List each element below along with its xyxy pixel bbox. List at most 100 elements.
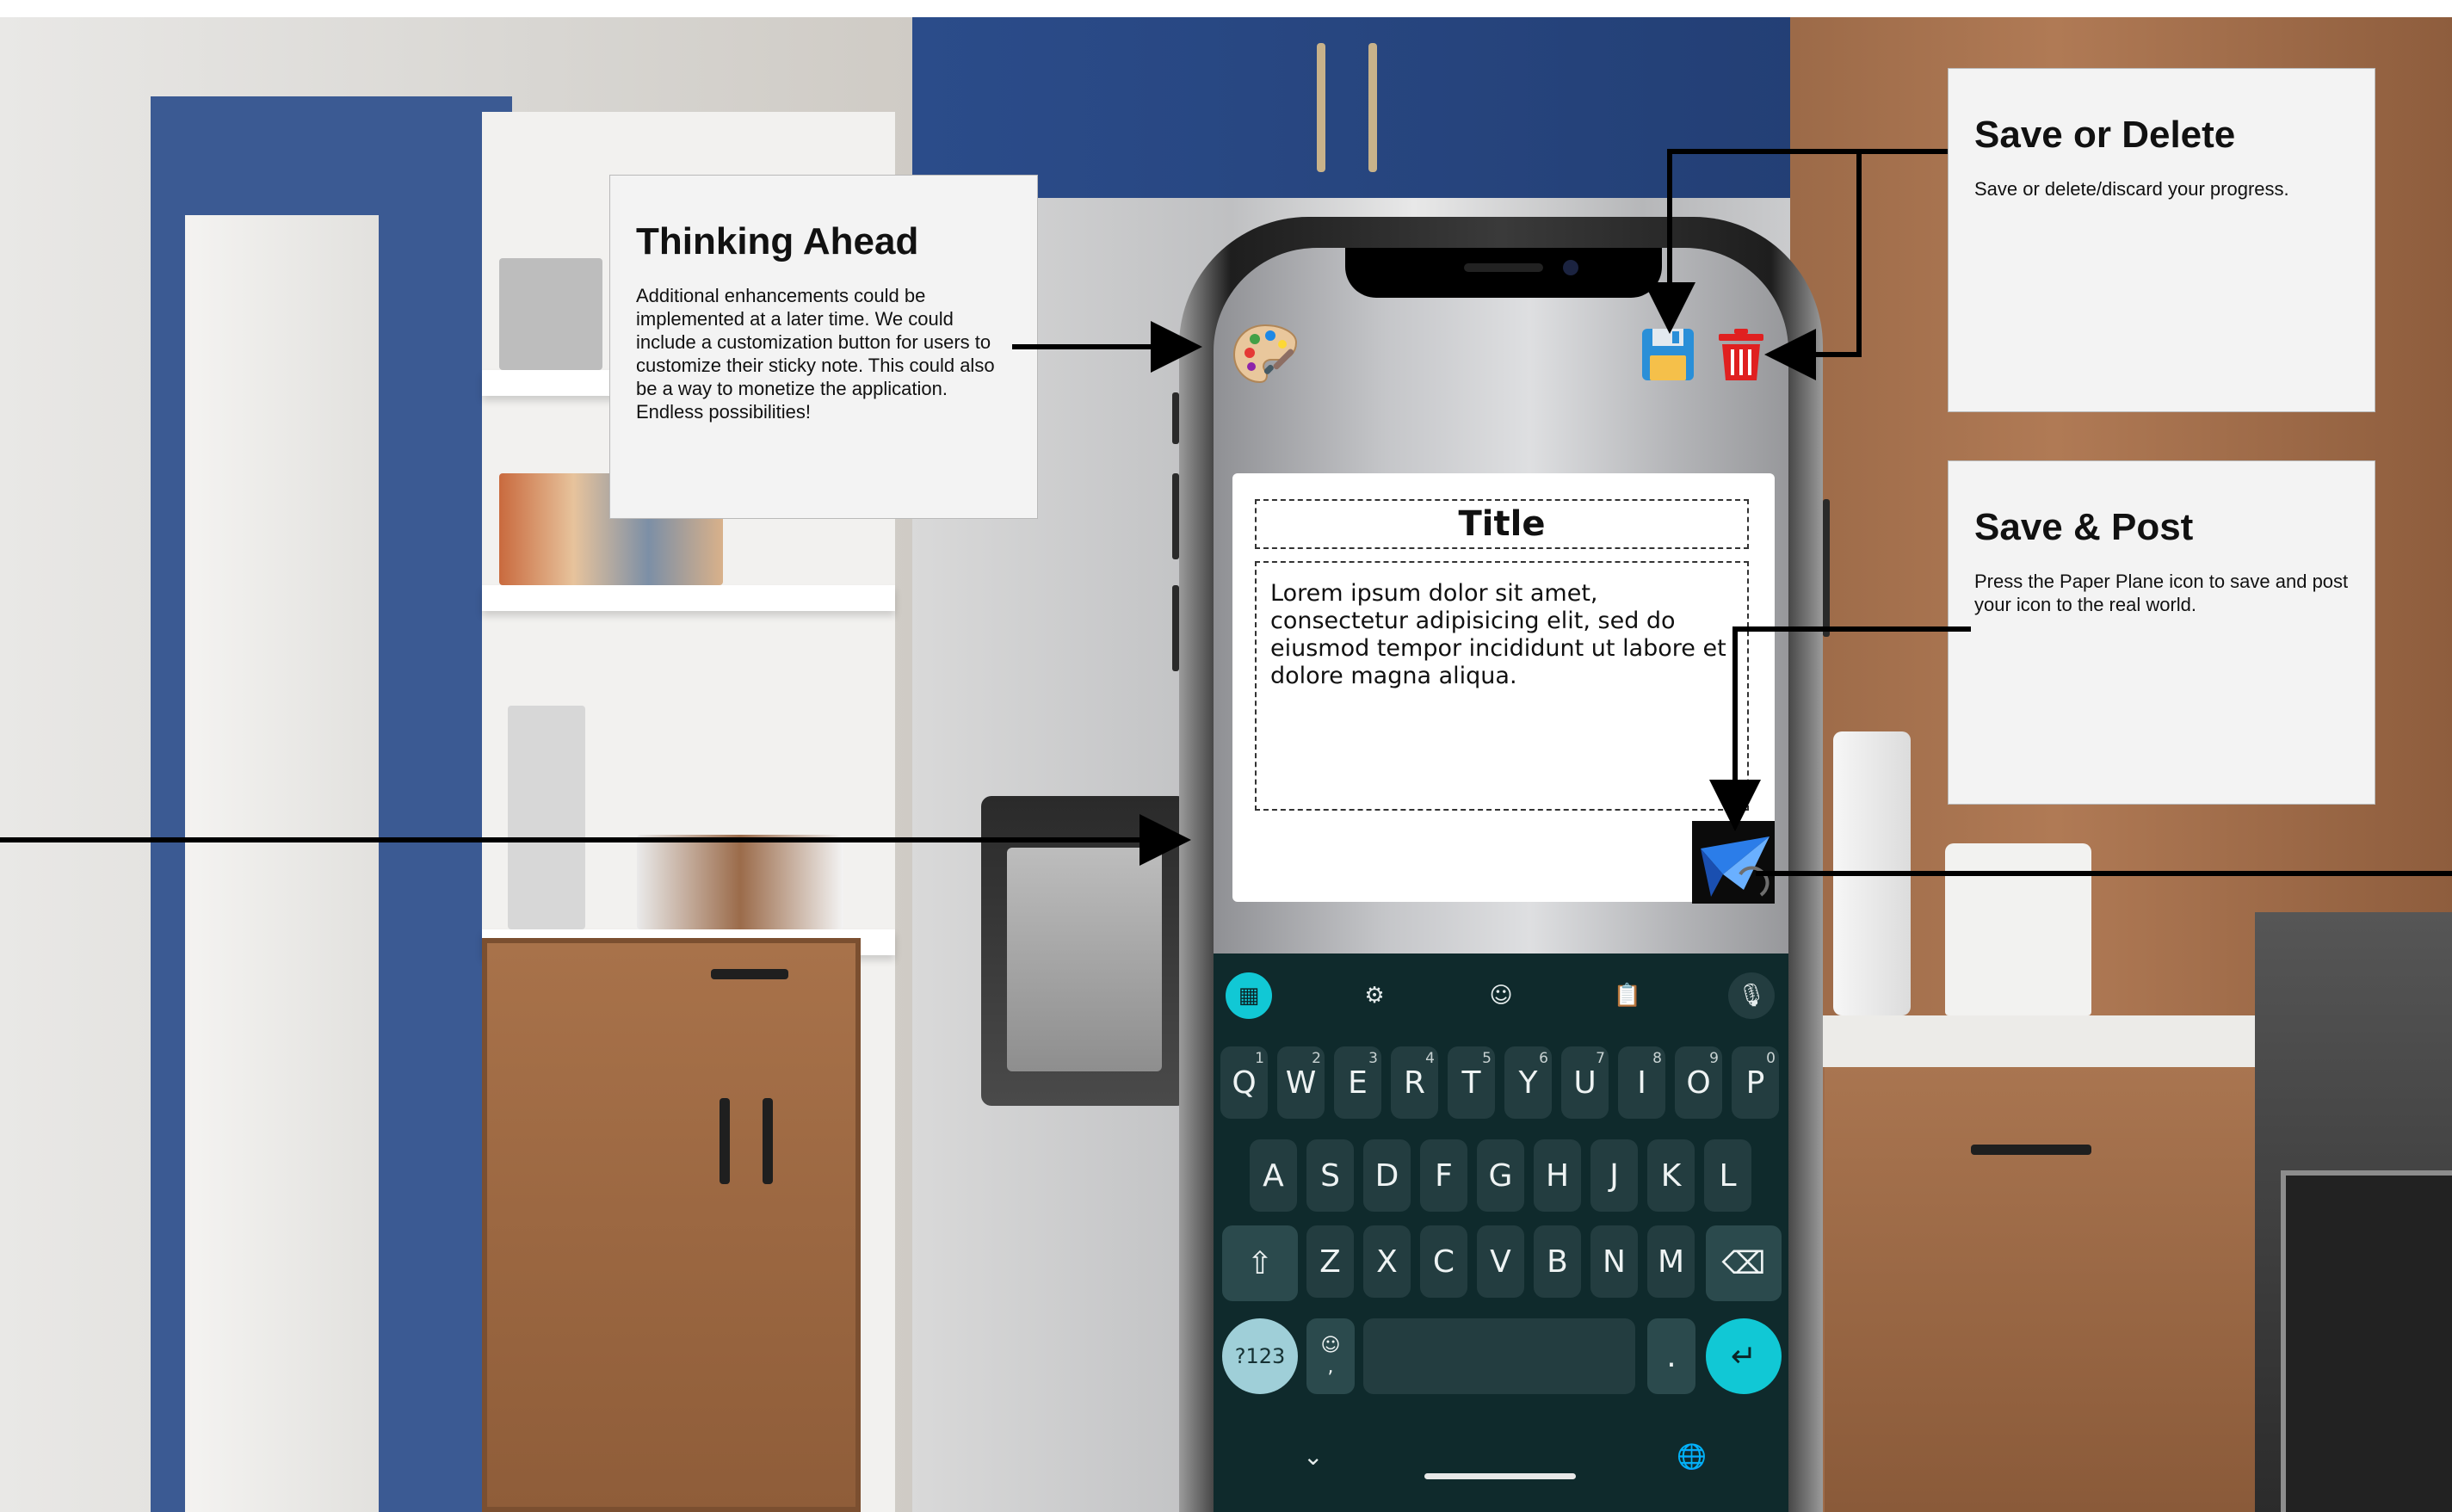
water-dispenser	[981, 796, 1188, 1106]
key-label: I	[1637, 1065, 1646, 1101]
utensil-jar	[1945, 843, 2091, 1015]
key-l[interactable]: L	[1704, 1139, 1751, 1212]
cabinet-handle	[1368, 43, 1377, 172]
lower-wood-cabinet	[1825, 1067, 2255, 1512]
callout-body: Save or delete/discard your progress.	[1974, 178, 2289, 200]
key-q[interactable]: Q1	[1220, 1046, 1268, 1119]
save-or-delete-callout: Save or Delete Save or delete/discard yo…	[1948, 68, 2375, 412]
stove-range	[2255, 912, 2452, 1512]
key-label: S	[1320, 1157, 1340, 1194]
pantry-jars	[637, 835, 843, 929]
key-label: T	[1461, 1065, 1481, 1101]
front-camera	[1563, 260, 1578, 275]
key-o[interactable]: O9	[1675, 1046, 1722, 1119]
pantry-shelf	[482, 585, 895, 611]
key-i[interactable]: I8	[1618, 1046, 1665, 1119]
key-label: C	[1432, 1244, 1455, 1280]
emoji-icon[interactable]: ☺	[1478, 972, 1524, 1019]
key-label: Z	[1319, 1244, 1341, 1280]
key-p[interactable]: P0	[1732, 1046, 1779, 1119]
key-number-hint: 1	[1255, 1050, 1264, 1067]
enter-key[interactable]: ↵	[1706, 1318, 1782, 1394]
collapse-keyboard-icon[interactable]: ⌄	[1303, 1442, 1323, 1471]
key-e[interactable]: E3	[1334, 1046, 1381, 1119]
symbols-key[interactable]: ?123	[1222, 1318, 1298, 1394]
period-key[interactable]: .	[1647, 1318, 1695, 1394]
key-label: X	[1376, 1244, 1398, 1280]
apps-grid-icon[interactable]: ▦	[1226, 972, 1272, 1019]
key-label: O	[1686, 1065, 1711, 1101]
key-h[interactable]: H	[1534, 1139, 1581, 1212]
oven-window	[2281, 1170, 2452, 1512]
key-u[interactable]: U7	[1561, 1046, 1609, 1119]
emoji-comma-key[interactable]: ☺ ,	[1306, 1318, 1355, 1394]
shift-key[interactable]: ⇧	[1222, 1225, 1298, 1301]
key-label: W	[1285, 1065, 1317, 1101]
clipboard-icon[interactable]: 📋	[1604, 972, 1651, 1019]
key-m[interactable]: M	[1647, 1225, 1695, 1298]
key-number-hint: 6	[1539, 1050, 1548, 1067]
key-label: J	[1609, 1157, 1619, 1194]
key-number-hint: 4	[1425, 1050, 1435, 1067]
key-label: M	[1657, 1244, 1685, 1280]
key-s[interactable]: S	[1306, 1139, 1354, 1212]
home-indicator[interactable]	[1424, 1473, 1576, 1479]
phone-side-button	[1823, 499, 1830, 637]
key-label: P	[1745, 1065, 1765, 1101]
palette-icon	[1232, 324, 1298, 384]
settings-gear-icon[interactable]: ⚙	[1351, 972, 1398, 1019]
key-label: D	[1374, 1157, 1399, 1194]
key-v[interactable]: V	[1477, 1225, 1524, 1298]
key-n[interactable]: N	[1590, 1225, 1638, 1298]
key-k[interactable]: K	[1647, 1139, 1695, 1212]
callout-title: Save & Post	[1974, 506, 2194, 548]
key-c[interactable]: C	[1420, 1225, 1467, 1298]
cabinet-handle	[711, 969, 788, 979]
thinking-ahead-callout: Thinking Ahead Additional enhancements c…	[609, 175, 1038, 519]
door-panel	[185, 215, 379, 1512]
globe-icon[interactable]: 🌐	[1677, 1442, 1707, 1471]
key-r[interactable]: R4	[1391, 1046, 1438, 1119]
earpiece-speaker	[1464, 263, 1543, 272]
key-j[interactable]: J	[1590, 1139, 1638, 1212]
key-a[interactable]: A	[1250, 1139, 1297, 1212]
key-label: F	[1435, 1157, 1453, 1194]
callout-title: Thinking Ahead	[636, 220, 919, 262]
microphone-icon[interactable]: 🎙	[1728, 972, 1775, 1019]
backspace-key[interactable]: ⌫	[1706, 1225, 1782, 1301]
key-x[interactable]: X	[1363, 1225, 1411, 1298]
delete-button[interactable]	[1714, 325, 1768, 384]
key-label: E	[1348, 1065, 1368, 1101]
key-w[interactable]: W2	[1277, 1046, 1325, 1119]
key-number-hint: 0	[1766, 1050, 1776, 1067]
phone-side-button	[1172, 392, 1179, 444]
note-body-textarea[interactable]: Lorem ipsum dolor sit amet, consectetur …	[1255, 561, 1749, 811]
key-label: N	[1603, 1244, 1626, 1280]
trash-icon	[1719, 329, 1763, 380]
key-f[interactable]: F	[1420, 1139, 1467, 1212]
key-label: H	[1545, 1157, 1570, 1194]
key-label: V	[1490, 1244, 1511, 1280]
key-label: R	[1403, 1065, 1425, 1101]
key-y[interactable]: Y6	[1504, 1046, 1552, 1119]
key-number-hint: 2	[1312, 1050, 1321, 1067]
note-title-input[interactable]: Title	[1255, 499, 1749, 549]
key-label: Q	[1232, 1065, 1257, 1101]
key-label: B	[1547, 1244, 1568, 1280]
upper-blue-cabinets	[912, 17, 1799, 198]
callout-body: Additional enhancements could be impleme…	[636, 285, 995, 423]
key-g[interactable]: G	[1477, 1139, 1524, 1212]
key-b[interactable]: B	[1534, 1225, 1581, 1298]
save-button[interactable]	[1637, 324, 1699, 386]
key-t[interactable]: T5	[1448, 1046, 1495, 1119]
key-z[interactable]: Z	[1306, 1225, 1354, 1298]
customize-palette-button[interactable]	[1229, 318, 1301, 391]
send-post-button[interactable]	[1692, 821, 1775, 904]
key-label: G	[1488, 1157, 1513, 1194]
onscreen-keyboard: ▦ ⚙ ☺ 📋 🎙 Q1W2E3R4T5Y6U7I8O9P0ASDFGHJKLZ…	[1214, 953, 1788, 1512]
blender	[508, 706, 585, 929]
key-label: A	[1263, 1157, 1284, 1194]
cabinet-handle	[1971, 1145, 2091, 1155]
space-key[interactable]	[1363, 1318, 1635, 1394]
key-d[interactable]: D	[1363, 1139, 1411, 1212]
